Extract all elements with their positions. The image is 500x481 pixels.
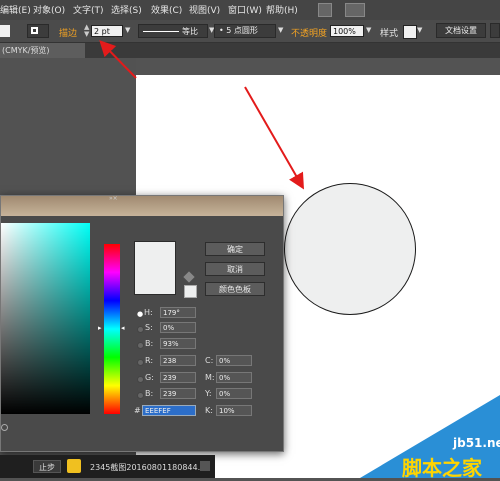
panel-collapse-icon[interactable]: »× xyxy=(109,195,129,202)
hue-slider-right-arrow-icon[interactable]: ◂ xyxy=(121,324,125,332)
blue-input[interactable]: 239 xyxy=(160,388,196,399)
arrow-to-stroke-field xyxy=(99,40,137,79)
g-input[interactable]: 239 xyxy=(160,372,196,383)
radio-blue[interactable] xyxy=(137,392,144,399)
k-label: K: xyxy=(205,406,213,415)
arrow-to-circle-stroke xyxy=(244,86,304,190)
watermark-site: jb51.net xyxy=(453,436,500,450)
s-label: S: xyxy=(145,323,153,332)
out-of-gamut-cube-icon[interactable] xyxy=(183,271,195,283)
b-input[interactable]: 93% xyxy=(160,338,196,349)
color-preview xyxy=(134,241,176,295)
ok-button[interactable]: 确定 xyxy=(205,242,265,256)
taskbar-item-label[interactable]: 2345截图20160801180844... xyxy=(90,462,205,473)
web-safe-swatch[interactable] xyxy=(184,285,197,298)
taskbar-item-close-icon[interactable] xyxy=(200,461,210,471)
color-picker-dialog: »× ▸ ◂ 确定 取消 颜色色板 ● H: 179° S: 0% B: 93%… xyxy=(0,195,284,452)
c-label: C: xyxy=(205,356,214,365)
radio-h-selected-icon[interactable]: ● xyxy=(137,310,143,318)
h-input[interactable]: 179° xyxy=(160,307,196,318)
dialog-title-bar[interactable] xyxy=(1,196,283,216)
c-input[interactable]: 0% xyxy=(216,355,252,366)
m-label: M: xyxy=(205,373,215,382)
m-input[interactable]: 0% xyxy=(216,372,252,383)
k-input[interactable]: 10% xyxy=(216,405,252,416)
s-input[interactable]: 0% xyxy=(160,322,196,333)
hex-label: # xyxy=(134,406,141,415)
screenshot-app-icon[interactable] xyxy=(67,459,81,473)
color-swatches-button[interactable]: 颜色色板 xyxy=(205,282,265,296)
g-label: G: xyxy=(145,373,154,382)
hex-input[interactable]: EEEFEF xyxy=(142,405,196,416)
stop-button[interactable]: 止步 xyxy=(33,460,61,473)
b-label: B: xyxy=(145,339,154,348)
color-field[interactable] xyxy=(1,223,90,414)
hue-slider[interactable] xyxy=(104,244,120,414)
color-field-marker-icon xyxy=(1,424,8,431)
blue-label: B: xyxy=(145,389,154,398)
radio-b[interactable] xyxy=(137,342,144,349)
radio-g[interactable] xyxy=(137,376,144,383)
y-input[interactable]: 0% xyxy=(216,388,252,399)
radio-s[interactable] xyxy=(137,326,144,333)
cancel-button[interactable]: 取消 xyxy=(205,262,265,276)
r-input[interactable]: 238 xyxy=(160,355,196,366)
hue-slider-left-arrow-icon[interactable]: ▸ xyxy=(98,324,102,332)
taskbar: 止步 2345截图20160801180844... xyxy=(0,455,215,478)
h-label: H: xyxy=(144,308,153,317)
watermark-brand: 脚本之家 xyxy=(402,456,482,480)
radio-r[interactable] xyxy=(137,359,144,366)
y-label: Y: xyxy=(205,389,212,398)
r-label: R: xyxy=(145,356,154,365)
